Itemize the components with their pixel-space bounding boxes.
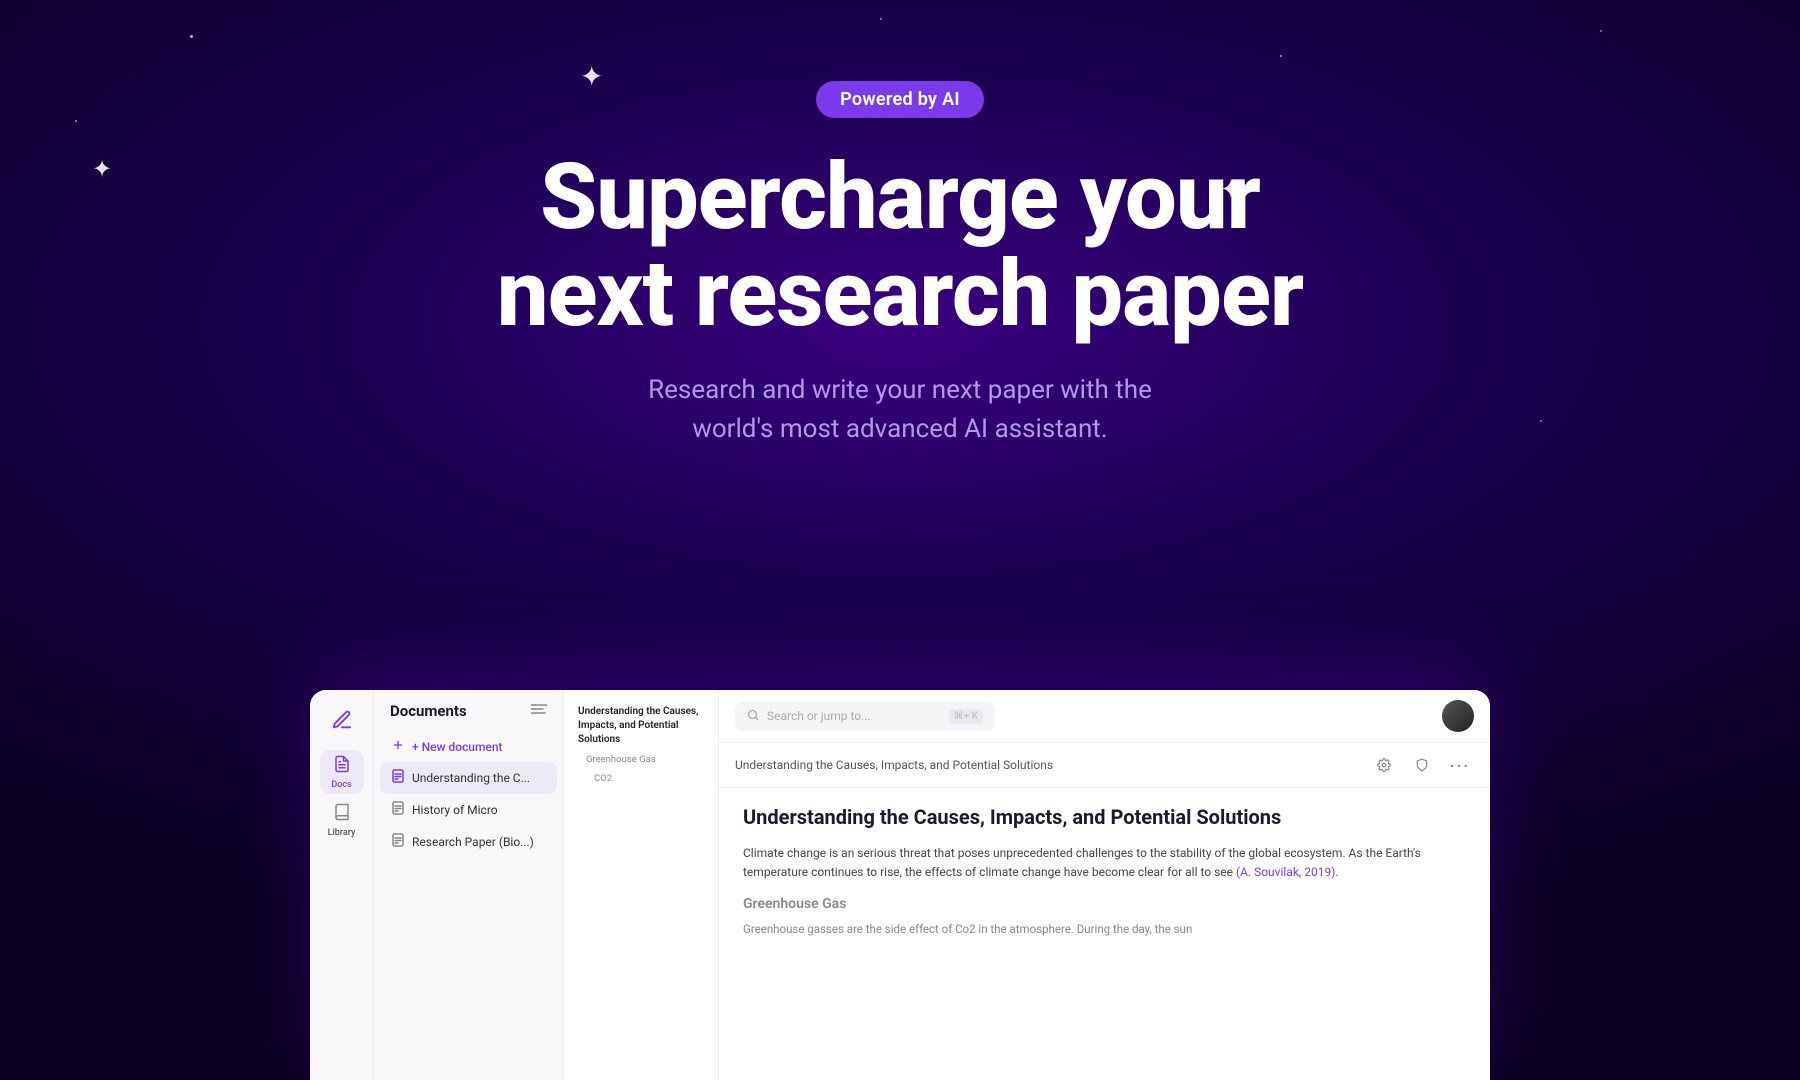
doc-file-icon	[392, 769, 404, 787]
new-document-label: + New document	[412, 740, 503, 754]
document-content: Understanding the Causes, Impacts, and P…	[719, 788, 1490, 1080]
doc-name-research: Research Paper (Bio...)	[412, 835, 534, 849]
documents-panel: Documents + New document	[374, 690, 564, 1080]
docs-icon	[333, 755, 351, 778]
doc-item-understanding[interactable]: Understanding the C...	[380, 762, 557, 794]
new-doc-icon	[392, 739, 404, 755]
sparkle-icon: ✦	[1220, 175, 1242, 205]
more-options-icon[interactable]: ···	[1446, 751, 1474, 779]
doc-file-icon-2	[392, 801, 404, 819]
document-body-paragraph: Climate change is an serious threat that…	[743, 844, 1466, 882]
section-body: Greenhouse gasses are the side effect of…	[743, 920, 1466, 938]
breadcrumb-actions: ···	[1370, 751, 1474, 779]
sidebar-item-docs[interactable]: Docs	[320, 750, 364, 794]
body-end: .	[1335, 865, 1338, 879]
docs-label: Docs	[331, 780, 351, 790]
topbar: Search or jump to... ⌘+ K	[719, 690, 1490, 743]
new-document-item[interactable]: + New document	[380, 732, 557, 762]
docs-menu-icon[interactable]	[531, 703, 547, 719]
sparkle-icon: ✦	[92, 155, 112, 183]
hero-title-line1: Supercharge your	[540, 144, 1260, 251]
settings-icon[interactable]	[1370, 751, 1398, 779]
doc-item-history[interactable]: History of Micro	[380, 794, 557, 826]
sidebar-item-library[interactable]: Library	[320, 798, 364, 842]
app-window: Docs Library Documents	[310, 690, 1490, 1080]
outline-item-co2: CO2	[574, 769, 708, 788]
library-label: Library	[328, 828, 356, 838]
hero-section: Powered by AI Supercharge your next rese…	[0, 0, 1800, 530]
main-content: Search or jump to... ⌘+ K Understanding …	[719, 690, 1490, 1080]
hero-title: Supercharge your next research paper	[497, 150, 1303, 343]
breadcrumb-text: Understanding the Causes, Impacts, and P…	[735, 758, 1053, 772]
citation-link[interactable]: (A. Souvilak, 2019)	[1236, 865, 1335, 879]
sidebar-icons: Docs Library	[310, 690, 374, 1080]
user-avatar[interactable]	[1442, 700, 1474, 732]
outline-item-greenhouse: Greenhouse Gas	[574, 750, 708, 769]
doc-name-understanding: Understanding the C...	[412, 771, 530, 785]
search-placeholder: Search or jump to...	[767, 709, 941, 723]
breadcrumb: Understanding the Causes, Impacts, and P…	[719, 743, 1490, 788]
outline-item-main: Understanding the Causes, Impacts, and P…	[574, 702, 708, 750]
doc-file-icon-3	[392, 833, 404, 851]
shield-icon[interactable]	[1408, 751, 1436, 779]
outline-panel: Understanding the Causes, Impacts, and P…	[564, 690, 719, 1080]
search-icon	[747, 709, 759, 724]
docs-panel-header: Documents	[374, 702, 563, 732]
search-bar[interactable]: Search or jump to... ⌘+ K	[735, 702, 995, 731]
doc-name-history: History of Micro	[412, 803, 498, 817]
document-title: Understanding the Causes, Impacts, and P…	[743, 804, 1466, 830]
sparkle-icon: ✦	[580, 60, 603, 93]
search-shortcut: ⌘+ K	[949, 709, 983, 724]
powered-badge: Powered by AI	[816, 81, 984, 118]
hero-title-line2: next research paper	[497, 241, 1303, 348]
doc-item-research[interactable]: Research Paper (Bio...)	[380, 826, 557, 858]
section-title: Greenhouse Gas	[743, 896, 1466, 912]
library-icon	[333, 803, 351, 826]
pen-icon	[328, 706, 356, 734]
docs-panel-title: Documents	[390, 702, 467, 720]
topbar-right	[1442, 700, 1474, 732]
hero-subtitle: Research and write your next paper with …	[648, 371, 1152, 449]
